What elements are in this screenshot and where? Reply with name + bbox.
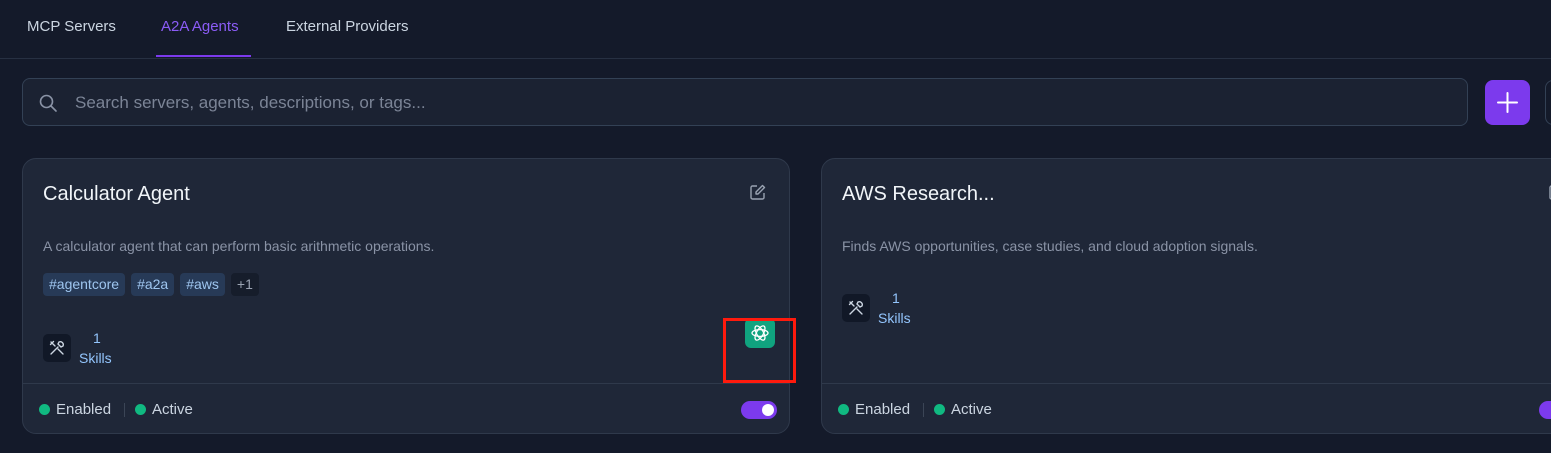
- search-input[interactable]: [73, 79, 1457, 127]
- skills-label: Skills: [878, 310, 911, 326]
- skills-count: 1: [93, 330, 101, 346]
- active-tab-indicator: [156, 55, 251, 57]
- tools-icon: [43, 334, 71, 362]
- status-active-label: Active: [152, 401, 193, 418]
- tab-a2a-agents[interactable]: A2A Agents: [161, 18, 239, 35]
- skills-count: 1: [892, 290, 900, 306]
- status-active-label: Active: [951, 401, 992, 418]
- edit-icon[interactable]: [749, 183, 767, 201]
- skills-label: Skills: [79, 350, 112, 366]
- card-description: Finds AWS opportunities, case studies, a…: [842, 238, 1258, 254]
- search-bar: [22, 78, 1468, 127]
- status-active: Active: [135, 401, 193, 418]
- search-icon: [38, 93, 58, 113]
- agent-card: Calculator Agent A calculator agent that…: [22, 158, 790, 434]
- status-dot: [838, 404, 849, 415]
- add-button[interactable]: [1485, 80, 1530, 125]
- tab-external-providers[interactable]: External Providers: [286, 18, 409, 35]
- divider: [923, 403, 924, 417]
- enable-toggle[interactable]: [741, 401, 777, 419]
- options-button[interactable]: [1545, 80, 1551, 125]
- tag[interactable]: #agentcore: [43, 273, 126, 296]
- toggle-knob: [762, 404, 774, 416]
- divider: [124, 403, 125, 417]
- agent-card: AWS Research... Finds AWS opportunities,…: [821, 158, 1551, 434]
- status-dot: [135, 404, 146, 415]
- status-enabled-label: Enabled: [56, 401, 112, 418]
- tag[interactable]: #aws: [180, 273, 225, 296]
- status-enabled-label: Enabled: [855, 401, 911, 418]
- tag-list: #agentcore #a2a #aws +1: [43, 273, 259, 296]
- enable-toggle[interactable]: [1539, 401, 1551, 419]
- more-tags-badge[interactable]: +1: [230, 273, 259, 296]
- card-description: A calculator agent that can perform basi…: [43, 238, 435, 254]
- card-title: Calculator Agent: [43, 183, 190, 205]
- status-enabled: Enabled: [39, 401, 111, 418]
- status-active: Active: [934, 401, 992, 418]
- card-footer: Enabled Active: [822, 383, 1551, 433]
- card-footer: Enabled Active: [23, 383, 789, 433]
- highlight-box: [723, 318, 796, 383]
- status-dot: [39, 404, 50, 415]
- card-title: AWS Research...: [842, 183, 995, 205]
- tab-mcp-servers[interactable]: MCP Servers: [27, 18, 116, 35]
- status-enabled: Enabled: [838, 401, 910, 418]
- tab-bar: MCP Servers A2A Agents External Provider…: [0, 0, 1551, 59]
- tag[interactable]: #a2a: [131, 273, 175, 296]
- status-dot: [934, 404, 945, 415]
- tools-icon: [842, 294, 870, 322]
